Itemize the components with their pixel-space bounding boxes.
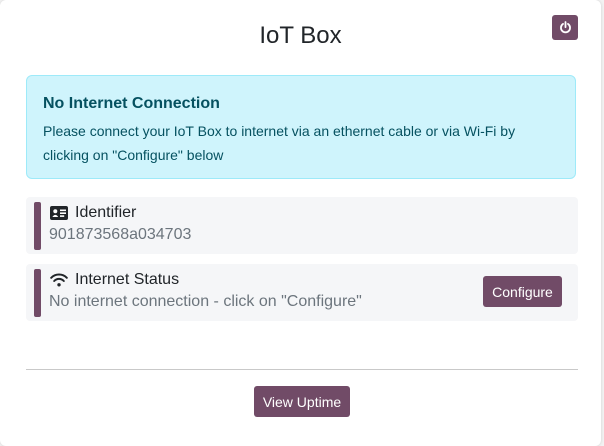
internet-status-value: No internet connection - click on "Confi… <box>49 293 362 310</box>
alert-heading: No Internet Connection <box>43 95 220 112</box>
no-internet-alert: No Internet Connection Please connect yo… <box>26 75 576 179</box>
identifier-row: Identifier 901873568a034703 <box>26 197 578 254</box>
identifier-label: Identifier <box>75 204 137 221</box>
internet-status-label: Internet Status <box>75 271 180 288</box>
iot-box-card: IoT Box No Internet Connection Please co… <box>0 0 601 446</box>
row-accent-bar <box>34 202 41 250</box>
identifier-value: 901873568a034703 <box>49 226 192 243</box>
page-title: IoT Box <box>259 22 342 49</box>
row-accent-bar <box>34 269 41 317</box>
view-uptime-button[interactable]: View Uptime <box>254 386 350 417</box>
wifi-icon <box>50 273 68 287</box>
configure-button[interactable]: Configure <box>483 276 562 307</box>
power-icon <box>559 21 571 34</box>
power-button[interactable] <box>552 15 578 40</box>
divider <box>26 369 578 370</box>
id-card-icon <box>50 206 68 220</box>
alert-message: Please connect your IoT Box to internet … <box>43 123 516 163</box>
